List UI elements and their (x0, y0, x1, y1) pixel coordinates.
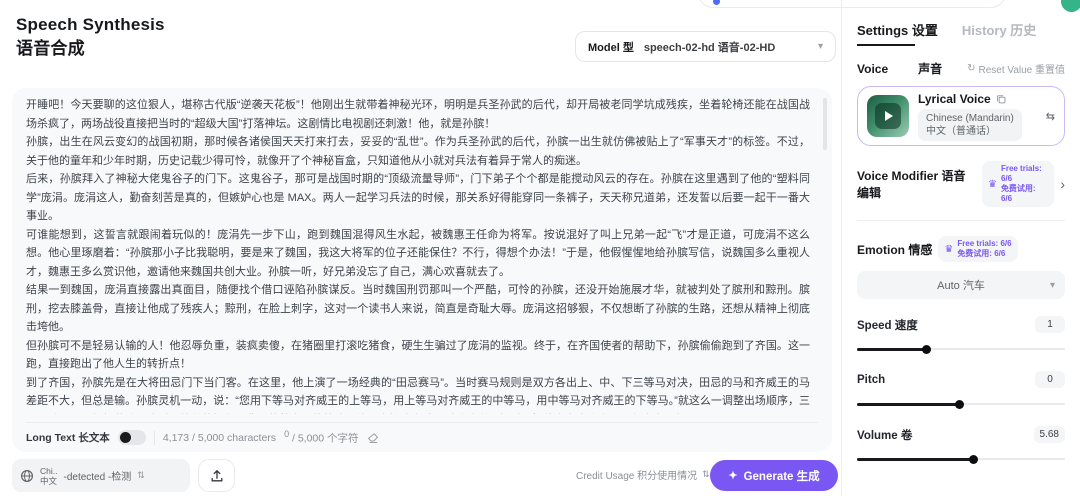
page-title-en: Speech Synthesis (16, 13, 165, 37)
volume-value: 5.68 (1034, 426, 1065, 443)
page-title-zh: 语音合成 (16, 37, 165, 61)
char-count-en: 4,173 / 5,000 characters (163, 432, 276, 444)
slider-handle[interactable] (955, 400, 964, 409)
speed-slider-group: Speed 速度 1 (857, 316, 1065, 354)
upload-icon (210, 469, 224, 483)
language-detected-label: -detected -检测 (63, 468, 131, 483)
chevron-right-icon[interactable]: › (1060, 176, 1065, 192)
chevron-down-icon: ▾ (818, 41, 823, 52)
char-count-zh: 0 / 5,000 个字符 (284, 429, 358, 446)
copy-icon[interactable] (996, 94, 1006, 104)
emotion-select-value: Auto 汽车 (937, 277, 985, 293)
pitch-slider-group: Pitch 0 (857, 371, 1065, 409)
free-trials-badge: ♛ Free trials: 6/6 免费试用: 6/6 (982, 161, 1054, 207)
crown-icon: ♛ (988, 179, 997, 190)
chevron-down-icon: ▾ (1050, 280, 1055, 291)
pitch-value: 0 (1035, 371, 1065, 388)
emotion-row: Emotion 情感 ♛ Free trials: 6/6 免费试用: 6/6 (857, 236, 1065, 262)
selected-voice-card[interactable]: Lyrical Voice Chinese (Mandarin) 中文（普通话）… (857, 86, 1065, 146)
emotion-select[interactable]: Auto 汽车 ▾ (857, 271, 1065, 299)
voice-modifier-label: Voice Modifier 语音编辑 (857, 167, 976, 201)
paragraph: 到了齐国，孙膑先是在大将田忌门下当门客。在这里，他上演了一场经典的“田忌赛马”。… (26, 374, 810, 415)
language-select[interactable]: Chi.. 中文 -detected -检测 ⇅ (12, 459, 190, 492)
volume-label: Volume 卷 (857, 427, 912, 443)
slider-handle[interactable] (922, 345, 931, 354)
settings-sidebar: Settings 设置 History 历史 Voice 声音 ↻ Reset … (841, 0, 1080, 496)
generate-button-label: Generate 生成 (744, 468, 820, 484)
generate-button[interactable]: ✦ Generate 生成 (710, 460, 838, 491)
speed-value: 1 (1035, 316, 1065, 333)
page-title: Speech Synthesis 语音合成 (16, 13, 165, 61)
paragraph: 可谁能想到，这誓言就跟闹着玩似的！庞涓先一步下山，跑到魏国混得风生水起，被魏惠王… (26, 226, 810, 282)
paragraph: 结果一到魏国，庞涓直接露出真面目，随便找个借口诬陷孙膑谋反。当时魏国刑罚那叫一个… (26, 281, 810, 337)
volume-slider[interactable] (857, 455, 1065, 464)
speed-label: Speed 速度 (857, 317, 918, 333)
pitch-label: Pitch (857, 374, 885, 386)
voice-thumbnail (867, 95, 909, 137)
language-name: Chi.. 中文 (40, 466, 57, 486)
reset-value-label: Reset Value 重置值 (978, 61, 1065, 76)
main-panel: Speech Synthesis 语音合成 Model 型 speech-02-… (0, 0, 840, 496)
divider (154, 431, 155, 445)
scrollbar[interactable] (823, 98, 827, 150)
voice-modifier-row[interactable]: Voice Modifier 语音编辑 ♛ Free trials: 6/6 免… (857, 161, 1065, 207)
voice-label-en: Voice (857, 62, 888, 76)
tab-history[interactable]: History 历史 (962, 20, 1036, 39)
speech-text-input[interactable]: 开睡吧！今天要聊的这位狠人，堪称古代版“逆袭天花板”！他刚出生就带着神秘光环，明… (26, 96, 810, 414)
long-text-label: Long Text 长文本 (26, 430, 110, 445)
emotion-label: Emotion 情感 (857, 241, 932, 258)
text-editor-card[interactable]: 开睡吧！今天要聊的这位狠人，堪称古代版“逆袭天花板”！他刚出生就带着神秘光环，明… (12, 88, 832, 452)
crown-icon: ♛ (944, 244, 953, 255)
voice-meta: Lyrical Voice Chinese (Mandarin) 中文（普通话） (918, 92, 1037, 141)
swap-voice-icon[interactable]: ⇆ (1046, 110, 1055, 123)
free-trials-badge: ♛ Free trials: 6/6 免费试用: 6/6 (938, 236, 1017, 262)
globe-icon (20, 469, 34, 483)
credit-usage[interactable]: Credit Usage 积分使用情况 ⇅ (576, 467, 710, 482)
voice-name: Lyrical Voice (918, 92, 991, 106)
paragraph: 后来，孙膑拜入了神秘大佬鬼谷子的门下。这鬼谷子，那可是战国时期的“顶级流量导师”… (26, 170, 810, 226)
tab-settings[interactable]: Settings 设置 (857, 20, 938, 39)
voice-language-chip: Chinese (Mandarin) 中文（普通话） (918, 109, 1022, 141)
credit-usage-label: Credit Usage 积分使用情况 (576, 467, 697, 482)
toggle-knob (120, 432, 131, 443)
model-select-value: speech-02-hd 语音-02-HD (644, 39, 775, 55)
divider (857, 220, 1065, 221)
upload-file-button[interactable] (198, 459, 235, 492)
model-select-label: Model 型 (588, 39, 634, 55)
long-text-toggle[interactable] (118, 430, 146, 445)
play-button[interactable] (875, 103, 901, 129)
select-arrows-icon: ⇅ (137, 470, 145, 481)
pitch-slider[interactable] (857, 400, 1065, 409)
voice-label-zh: 声音 (918, 60, 942, 77)
voice-section-header: Voice 声音 ↻ Reset Value 重置值 (857, 60, 1065, 77)
editor-footer-row: Long Text 长文本 4,173 / 5,000 characters 0… (26, 422, 818, 452)
play-icon (885, 111, 893, 121)
paragraph: 开睡吧！今天要聊的这位狠人，堪称古代版“逆袭天花板”！他刚出生就带着神秘光环，明… (26, 96, 810, 133)
speed-slider[interactable] (857, 345, 1065, 354)
paragraph: 孙膑，出生在风云变幻的战国初期，那时候各诸侯国天天打来打去，妥妥的“乱世”。作为… (26, 133, 810, 170)
slider-handle[interactable] (969, 455, 978, 464)
reset-icon: ↻ (967, 63, 975, 74)
volume-slider-group: Volume 卷 5.68 (857, 426, 1065, 464)
paragraph: 但孙膑可不是轻易认输的人！他忍辱负重，装疯卖傻，在猪圈里打滚吃猪食，硬生生骗过了… (26, 337, 810, 374)
reset-value-button[interactable]: ↻ Reset Value 重置值 (967, 61, 1065, 76)
sidebar-tabs: Settings 设置 History 历史 (857, 20, 1065, 39)
model-select[interactable]: Model 型 speech-02-hd 语音-02-HD ▾ (575, 31, 836, 62)
sparkle-icon: ✦ (728, 469, 737, 482)
select-arrows-icon: ⇅ (702, 469, 710, 480)
clear-text-icon[interactable] (367, 432, 379, 444)
